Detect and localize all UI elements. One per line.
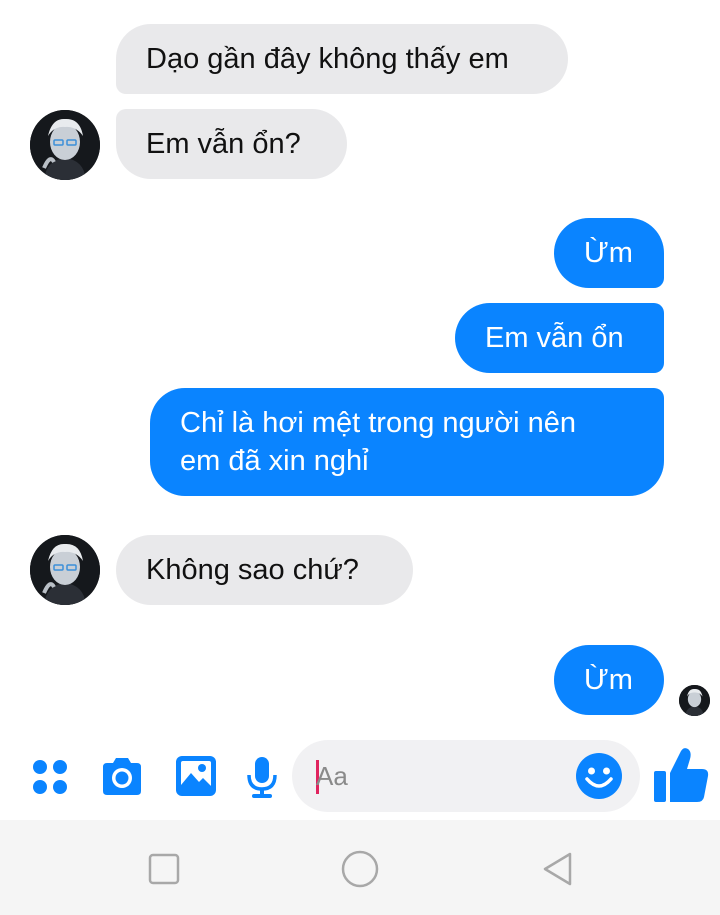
home-icon[interactable] xyxy=(338,847,382,891)
gallery-icon[interactable] xyxy=(173,753,219,799)
message-composer xyxy=(0,735,720,820)
message-text: Em vẫn ổn xyxy=(485,322,624,354)
outgoing-message[interactable]: Ừm xyxy=(554,218,664,288)
outgoing-message[interactable]: Ừm xyxy=(554,645,664,715)
back-icon[interactable] xyxy=(535,847,579,891)
message-thread: Dạo gần đây không thấy em Em vẫn ổn? Ừm … xyxy=(0,0,720,735)
message-input-container[interactable] xyxy=(292,740,640,812)
message-text: Ừm xyxy=(584,237,633,269)
camera-icon[interactable] xyxy=(98,755,146,799)
system-navigation-bar xyxy=(0,820,720,915)
more-dots-icon[interactable] xyxy=(28,755,72,799)
outgoing-message[interactable]: Em vẫn ổn xyxy=(455,303,664,373)
seen-indicator-avatar xyxy=(679,685,710,716)
message-input[interactable] xyxy=(316,754,566,798)
incoming-message[interactable]: Dạo gần đây không thấy em xyxy=(116,24,568,94)
message-text-line: Chỉ là hơi mệt trong người nên xyxy=(180,407,576,439)
microphone-icon[interactable] xyxy=(242,753,282,801)
message-text: Ừm xyxy=(584,664,633,696)
emoji-icon[interactable] xyxy=(575,752,623,800)
message-text: Không sao chứ? xyxy=(146,554,359,586)
recent-apps-icon[interactable] xyxy=(142,847,186,891)
message-text: Em vẫn ổn? xyxy=(146,128,301,160)
incoming-message[interactable]: Em vẫn ổn? xyxy=(116,109,347,179)
contact-avatar[interactable] xyxy=(30,535,100,605)
contact-avatar[interactable] xyxy=(30,110,100,180)
message-text-line: em đã xin nghỉ xyxy=(180,445,369,477)
incoming-message[interactable]: Không sao chứ? xyxy=(116,535,413,605)
message-text: Dạo gần đây không thấy em xyxy=(146,43,509,75)
thumbs-up-icon[interactable] xyxy=(650,743,712,807)
outgoing-message[interactable]: Chỉ là hơi mệt trong người nên em đã xin… xyxy=(150,388,664,496)
